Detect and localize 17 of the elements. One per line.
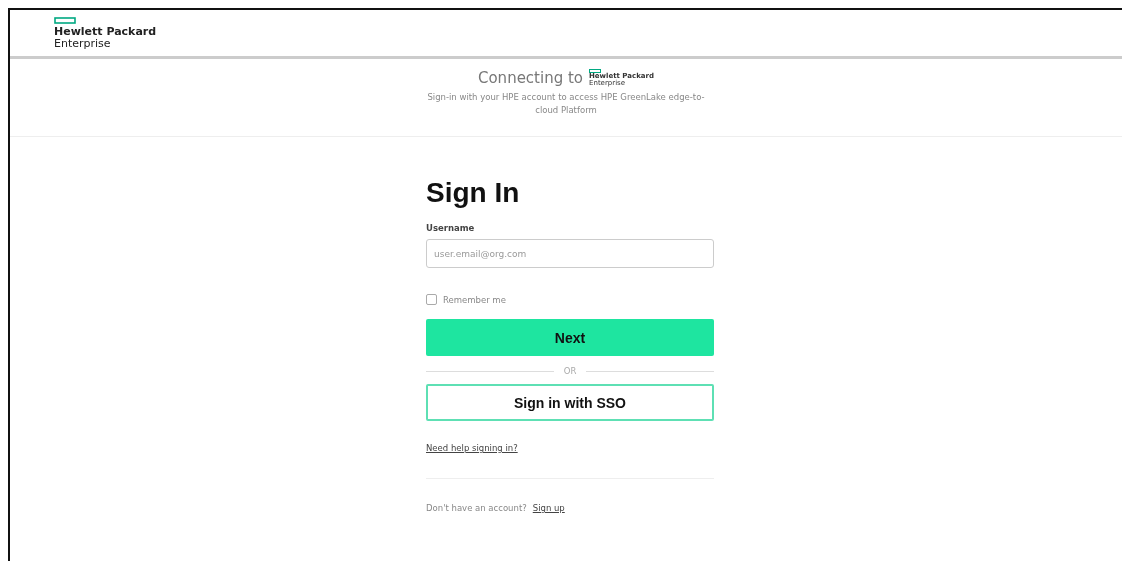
logo-mark-icon bbox=[589, 69, 601, 73]
logo-mark-icon bbox=[54, 16, 76, 24]
signup-link[interactable]: Sign up bbox=[532, 503, 565, 513]
field-label: Username bbox=[426, 223, 476, 233]
divider-text: OR bbox=[563, 366, 577, 376]
checkbox[interactable] bbox=[426, 294, 437, 305]
signup-prompt: Don't have an account? bbox=[426, 503, 527, 513]
subtitle-text: Sign-in with your HPE account to access HPE GreenLake edge-to-cloud Platform bbox=[426, 91, 706, 118]
checkbox-label: Remember me bbox=[443, 294, 506, 305]
sso-button[interactable]: Sign in with SSO bbox=[426, 384, 714, 421]
connecting-title: Connecting to bbox=[477, 69, 583, 87]
logo-text: Enterprise bbox=[54, 37, 111, 50]
next-button[interactable]: Next bbox=[426, 319, 714, 356]
page-title: Sign In bbox=[426, 177, 521, 209]
username-field[interactable]: user.email@org.com bbox=[426, 239, 714, 268]
help-link[interactable]: Need help signing in? bbox=[426, 443, 518, 453]
logo-text: Hewlett Packard bbox=[54, 25, 157, 38]
